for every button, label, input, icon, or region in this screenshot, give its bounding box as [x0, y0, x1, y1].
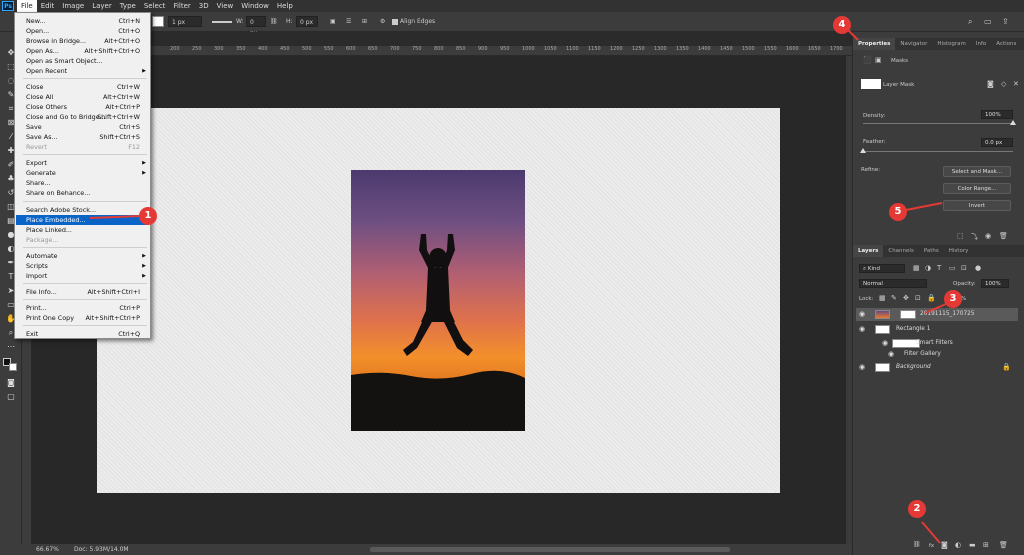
callout-4: 4: [833, 16, 851, 34]
arrow-3: [924, 303, 947, 314]
arrow-1: [89, 215, 141, 219]
arrow-2: [921, 521, 941, 544]
callout-5: 5: [889, 203, 907, 221]
arrow-4: [847, 29, 859, 41]
arrow-5: [905, 202, 943, 211]
annotation-arrows: [89, 29, 947, 544]
callout-1: 1: [139, 207, 157, 225]
callout-2: 2: [908, 500, 926, 518]
callout-3: 3: [944, 290, 962, 308]
